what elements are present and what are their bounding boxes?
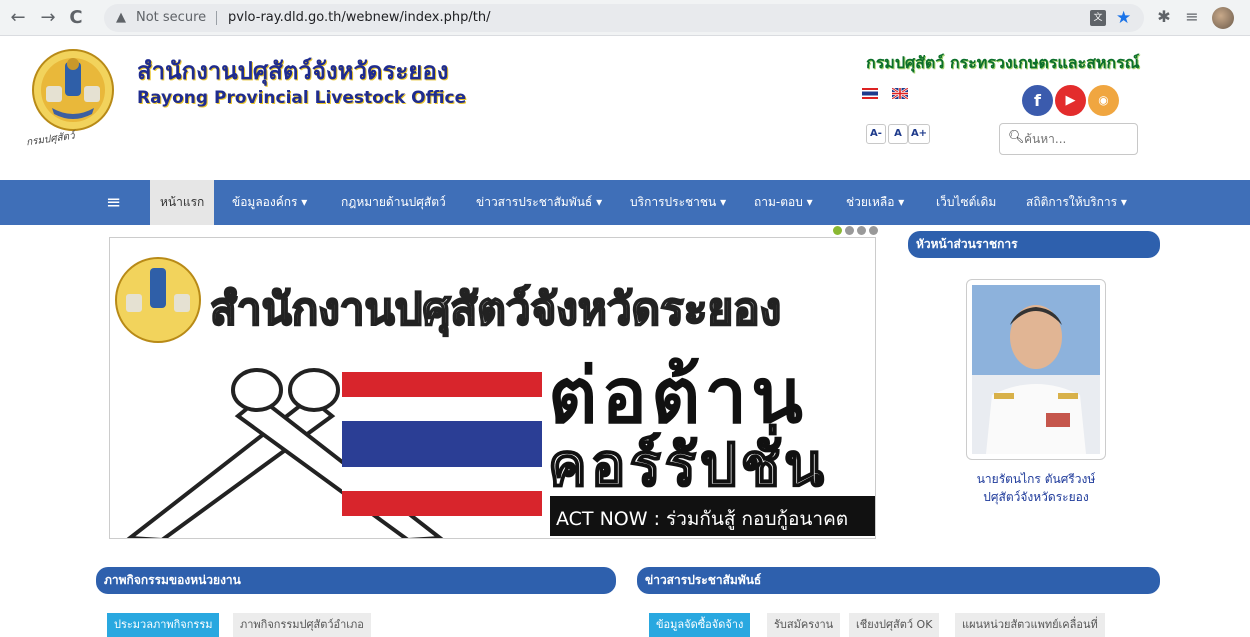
main-navigation: ≡ หน้าแรก ข้อมูลองค์กร ▾ กฎหมายด้านปศุสั… xyxy=(0,180,1250,225)
director-portrait[interactable] xyxy=(966,279,1106,460)
nav-home[interactable]: หน้าแรก xyxy=(150,180,215,225)
tab-district-activities[interactable]: ภาพกิจกรรมปศุสัตว์อำเภอ xyxy=(233,613,371,637)
slider-big-text-2: คอร์รัปชั่น xyxy=(547,431,828,499)
security-label[interactable]: Not secure xyxy=(136,4,206,32)
slider-headline: สำนักงานปศุสัตว์จังหวัดระยอง xyxy=(209,283,782,336)
director-photo xyxy=(972,285,1100,454)
tab-jobs[interactable]: รับสมัครงาน xyxy=(767,613,841,637)
font-increase-button[interactable]: A+ xyxy=(908,124,930,144)
forward-button[interactable]: → xyxy=(36,6,60,30)
nav-public-services[interactable]: บริการประชาชน ▾ xyxy=(630,180,726,225)
reading-list-icon[interactable]: ≡ xyxy=(1182,7,1202,27)
thai-flag-icon[interactable] xyxy=(862,88,878,99)
warning-icon: ▲ xyxy=(116,10,126,25)
profile-avatar[interactable] xyxy=(1212,7,1234,29)
search-input[interactable] xyxy=(1024,125,1134,153)
nav-service-statistics[interactable]: สถิติการให้บริการ ▾ xyxy=(1026,180,1127,225)
site-search[interactable]: 🔍︎ xyxy=(999,123,1138,155)
youtube-icon[interactable]: ▶ xyxy=(1055,85,1086,116)
search-icon: 🔍︎ xyxy=(1008,130,1025,145)
slider-dot-1[interactable] xyxy=(833,226,842,235)
director-title: ปศุสัตว์จังหวัดระยอง xyxy=(983,490,1089,504)
tab-activity-gallery[interactable]: ประมวลภาพกิจกรรม xyxy=(107,613,220,637)
browser-toolbar: ← → C ▲ Not secure pvlo-ray.dld.go.th/we… xyxy=(0,0,1250,36)
font-decrease-button[interactable]: A- xyxy=(866,124,886,144)
rss-icon[interactable]: ◉ xyxy=(1088,85,1119,116)
slider-big-text-1: ต่อต้าน xyxy=(548,351,807,440)
director-panel-header: หัวหน้าส่วนราชการ xyxy=(908,231,1160,258)
hamburger-menu-icon[interactable]: ≡ xyxy=(106,180,121,225)
uk-flag-icon[interactable] xyxy=(892,88,908,99)
reload-button[interactable]: C xyxy=(64,6,88,30)
hero-slider[interactable]: สำนักงานปศุสัตว์จังหวัดระยอง ต่อต้าน คอร… xyxy=(109,237,876,539)
nav-qa[interactable]: ถาม-ตอบ ▾ xyxy=(754,180,813,225)
nav-organization[interactable]: ข้อมูลองค์กร ▾ xyxy=(232,180,307,225)
address-bar[interactable]: ▲ Not secure pvlo-ray.dld.go.th/webnew/i… xyxy=(104,4,1144,32)
site-title-english: Rayong Provincial Livestock Office xyxy=(137,88,467,108)
nav-public-relations[interactable]: ข่าวสารประชาสัมพันธ์ ▾ xyxy=(476,180,602,225)
bookmark-star-icon[interactable]: ★ xyxy=(1116,4,1131,32)
activities-panel-header: ภาพกิจกรรมของหน่วยงาน xyxy=(96,567,616,594)
translate-icon[interactable]: 文 xyxy=(1090,10,1106,26)
extensions-icon[interactable]: ✱ xyxy=(1154,7,1174,27)
font-normal-button[interactable]: A xyxy=(888,124,908,144)
url-text[interactable]: pvlo-ray.dld.go.th/webnew/index.php/th/ xyxy=(228,4,490,32)
tab-mobile-vet-plan[interactable]: แผนหน่วยสัตวแพทย์เคลื่อนที่ xyxy=(955,613,1105,637)
slider-dot-3[interactable] xyxy=(857,226,866,235)
back-button[interactable]: ← xyxy=(6,6,30,30)
slider-dot-2[interactable] xyxy=(845,226,854,235)
tab-chiang-livestock-ok[interactable]: เชียงปศุสัตว์ OK xyxy=(849,613,940,637)
omnibox-divider xyxy=(216,11,217,25)
director-name[interactable]: นายรัตนไกร ตันศรีวงษ์ xyxy=(900,470,1172,489)
nav-livestock-law[interactable]: กฎหมายด้านปศุสัตว์ xyxy=(341,180,446,225)
slider-dot-4[interactable] xyxy=(869,226,878,235)
slider-banner-text: ACT NOW : ร่วมกันสู้ กอบกู้อนาคต xyxy=(556,508,849,530)
nav-old-website[interactable]: เว็บไซต์เดิม xyxy=(936,180,996,225)
site-title-thai: สำนักงานปศุสัตว์จังหวัดระยอง xyxy=(137,57,449,85)
news-panel-header: ข่าวสารประชาสัมพันธ์ xyxy=(637,567,1160,594)
facebook-icon[interactable]: f xyxy=(1022,85,1053,116)
nav-help[interactable]: ช่วยเหลือ ▾ xyxy=(846,180,904,225)
tab-procurement[interactable]: ข้อมูลจัดซื้อจัดจ้าง xyxy=(649,613,751,637)
ministry-title: กรมปศุสัตว์ กระทรวงเกษตรและสหกรณ์ xyxy=(866,53,1140,72)
